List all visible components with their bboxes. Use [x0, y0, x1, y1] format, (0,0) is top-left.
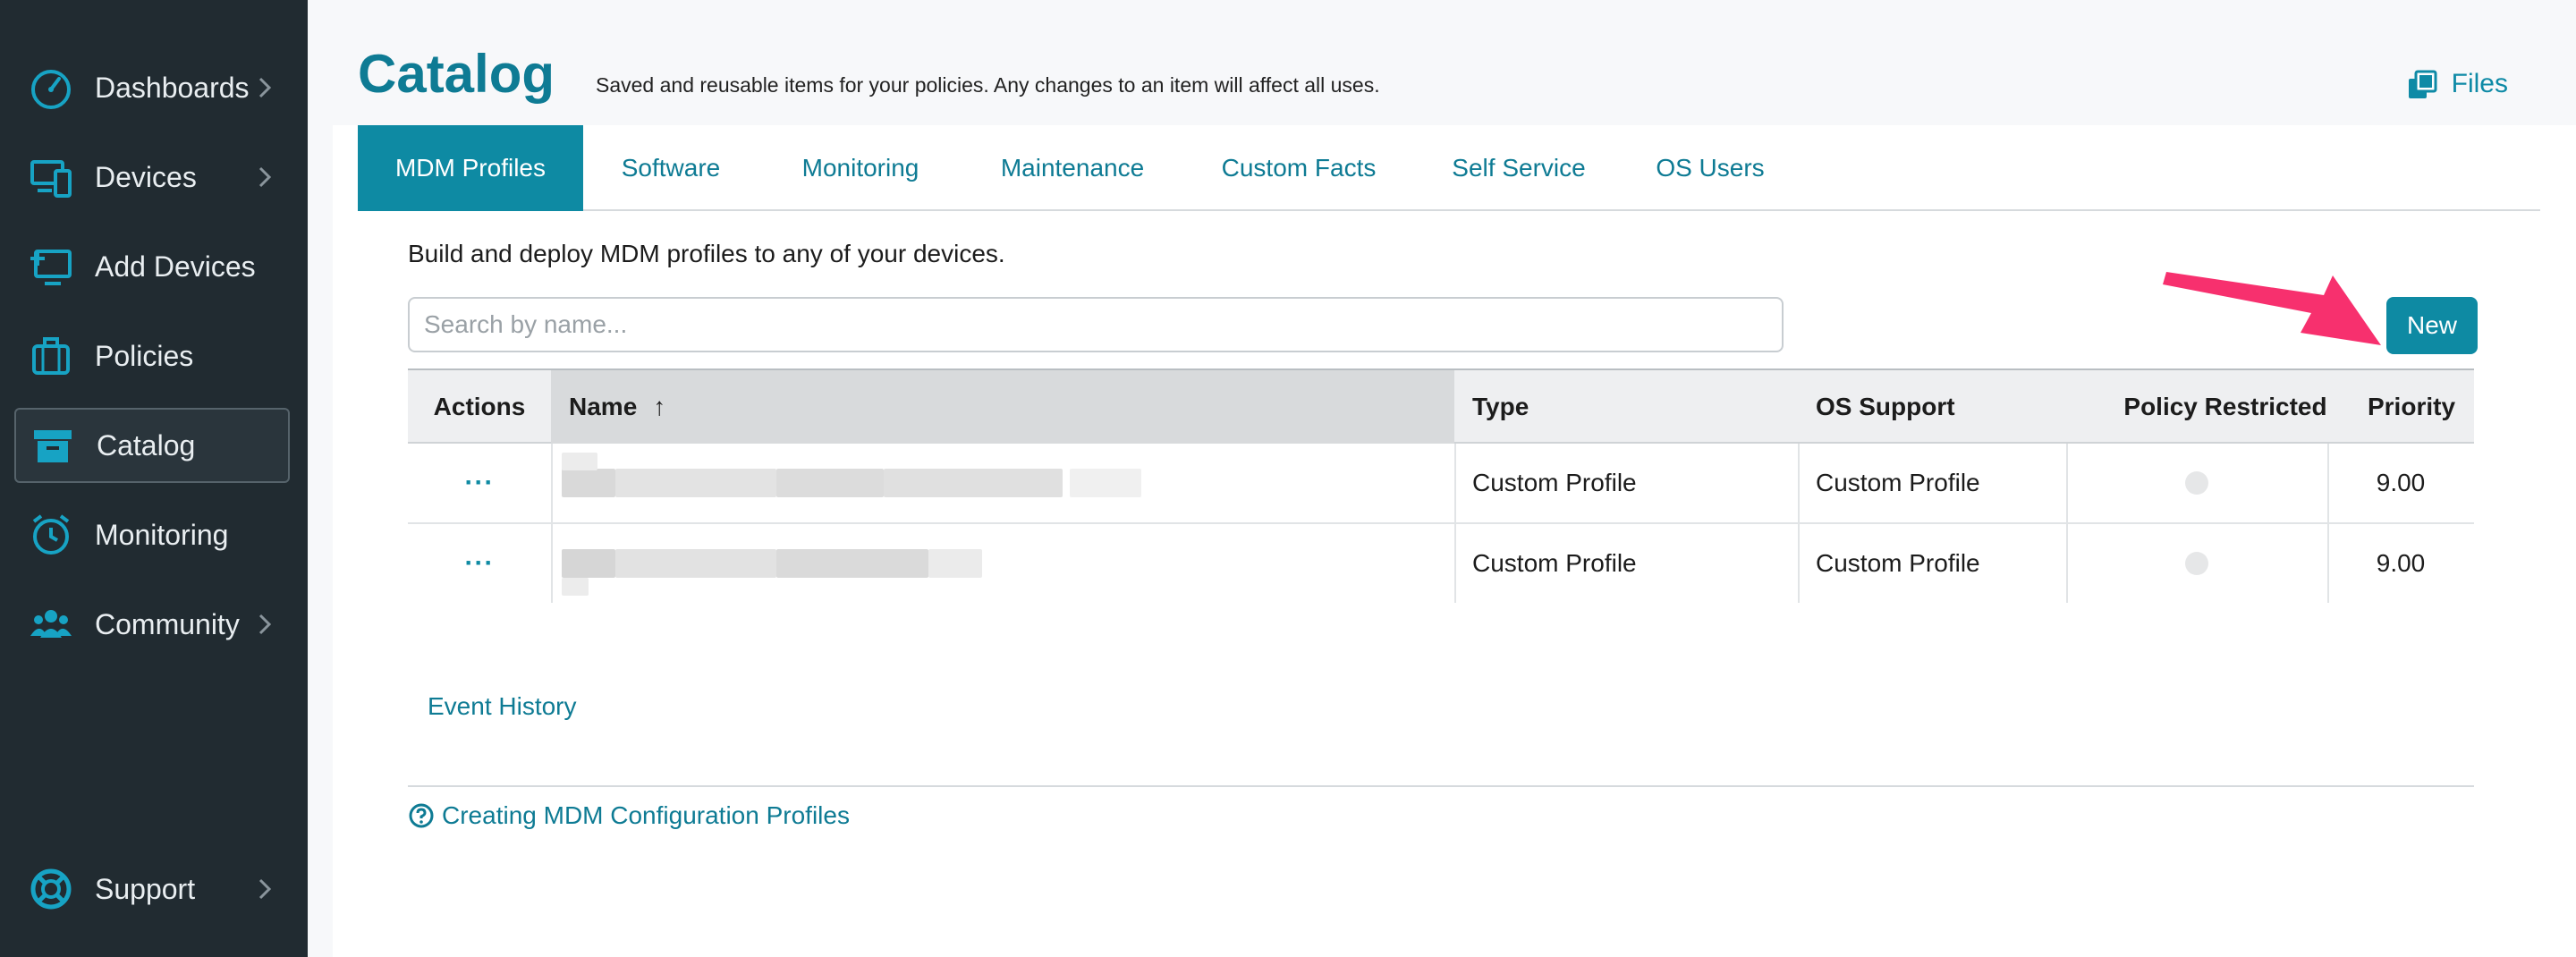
- catalog-panel: MDM Profiles Software Monitoring Mainten…: [333, 125, 2576, 957]
- divider: [408, 785, 2474, 787]
- column-header-os-support[interactable]: OS Support: [1816, 370, 2084, 444]
- chevron-right-icon: [258, 614, 272, 635]
- lifebuoy-icon: [27, 865, 75, 913]
- tab-mdm-profiles[interactable]: MDM Profiles: [358, 125, 583, 211]
- help-link[interactable]: Creating MDM Configuration Profiles: [408, 801, 850, 830]
- more-options-icon: ···: [464, 468, 495, 497]
- chevron-right-icon: [258, 166, 272, 188]
- os-support-cell: Custom Profile: [1816, 469, 1980, 496]
- tab-bar: MDM Profiles Software Monitoring Mainten…: [358, 125, 2540, 211]
- briefcase-icon: [27, 332, 75, 380]
- redacted-name: [551, 444, 1454, 522]
- status-indicator-icon: [2185, 552, 2208, 575]
- main-content: Catalog Saved and reusable items for you…: [308, 0, 2576, 957]
- alarm-clock-icon: [27, 511, 75, 559]
- sidebar-item-label: Dashboards: [95, 71, 250, 104]
- sidebar-item-devices[interactable]: Devices: [14, 140, 290, 215]
- sidebar-item-support[interactable]: Support: [14, 851, 290, 927]
- chevron-right-icon: [258, 77, 272, 98]
- type-cell: Custom Profile: [1472, 549, 1637, 577]
- sidebar-item-catalog[interactable]: Catalog: [14, 408, 290, 483]
- intro-text: Build and deploy MDM profiles to any of …: [408, 240, 1005, 267]
- tab-software[interactable]: Software: [583, 125, 758, 211]
- archive-box-icon: [29, 421, 77, 470]
- people-icon: [27, 600, 75, 648]
- row-actions-menu[interactable]: ···: [408, 524, 551, 603]
- sidebar-item-label: Support: [95, 872, 196, 905]
- row-actions-menu[interactable]: ···: [408, 444, 551, 522]
- add-device-icon: [27, 242, 75, 291]
- sidebar-item-label: Devices: [95, 160, 197, 193]
- priority-cell: 9.00: [2376, 469, 2426, 496]
- column-header-policy-restricted[interactable]: Policy Restricted: [2091, 370, 2360, 444]
- sidebar-item-label: Add Devices: [95, 250, 256, 283]
- sidebar-item-label: Policies: [95, 339, 194, 372]
- annotation-arrow-icon: [2163, 272, 2381, 345]
- column-header-name[interactable]: Name ↑: [551, 370, 1454, 444]
- page-title: Catalog: [358, 44, 555, 104]
- policy-restricted-cell: [2066, 444, 2327, 522]
- column-header-type[interactable]: Type: [1472, 370, 1816, 444]
- files-label: Files: [2451, 69, 2508, 98]
- sidebar-item-policies[interactable]: Policies: [14, 318, 290, 394]
- files-link[interactable]: Files: [2407, 68, 2508, 100]
- more-options-icon: ···: [464, 548, 495, 578]
- column-header-priority[interactable]: Priority: [2349, 370, 2474, 444]
- sidebar-item-dashboards[interactable]: Dashboards: [14, 50, 290, 125]
- sidebar-item-label: Community: [95, 607, 240, 640]
- sidebar-item-community[interactable]: Community: [14, 587, 290, 662]
- page-subtitle: Saved and reusable items for your polici…: [596, 73, 1380, 97]
- sidebar-item-monitoring[interactable]: Monitoring: [14, 497, 290, 572]
- table-row[interactable]: ··· Custom Profile Custom Profile 9.00: [408, 444, 2474, 524]
- tab-os-users[interactable]: OS Users: [1623, 125, 1798, 211]
- table-header: Actions Name ↑ Type OS Support Policy Re…: [408, 368, 2474, 444]
- sidebar: Dashboards Devices Add Devices Policies …: [0, 0, 308, 957]
- sort-ascending-icon: ↑: [653, 393, 666, 420]
- new-button[interactable]: New: [2386, 297, 2478, 354]
- question-circle-icon: [409, 803, 434, 828]
- help-link-label: Creating MDM Configuration Profiles: [442, 801, 850, 829]
- sidebar-item-label: Catalog: [97, 428, 196, 462]
- table-row[interactable]: ··· Custom Profile Custom Profile 9.00: [408, 524, 2474, 603]
- tab-maintenance[interactable]: Maintenance: [962, 125, 1182, 211]
- priority-cell: 9.00: [2376, 549, 2426, 577]
- policy-restricted-cell: [2066, 524, 2327, 603]
- sidebar-item-label: Monitoring: [95, 518, 229, 551]
- profiles-table: Actions Name ↑ Type OS Support Policy Re…: [408, 368, 2474, 603]
- files-icon: [2408, 70, 2437, 98]
- tab-monitoring[interactable]: Monitoring: [758, 125, 962, 211]
- type-cell: Custom Profile: [1472, 469, 1637, 496]
- redacted-name: [551, 524, 1454, 603]
- chevron-right-icon: [258, 878, 272, 900]
- tab-custom-facts[interactable]: Custom Facts: [1182, 125, 1415, 211]
- devices-icon: [27, 153, 75, 201]
- gauge-icon: [27, 64, 75, 112]
- column-header-actions: Actions: [433, 393, 526, 420]
- status-indicator-icon: [2185, 471, 2208, 495]
- tab-self-service[interactable]: Self Service: [1415, 125, 1623, 211]
- event-history-link[interactable]: Event History: [428, 692, 577, 721]
- os-support-cell: Custom Profile: [1816, 549, 1980, 577]
- sidebar-item-add-devices[interactable]: Add Devices: [14, 229, 290, 304]
- search-input[interactable]: [408, 297, 1784, 352]
- column-header-label: Name: [569, 393, 638, 420]
